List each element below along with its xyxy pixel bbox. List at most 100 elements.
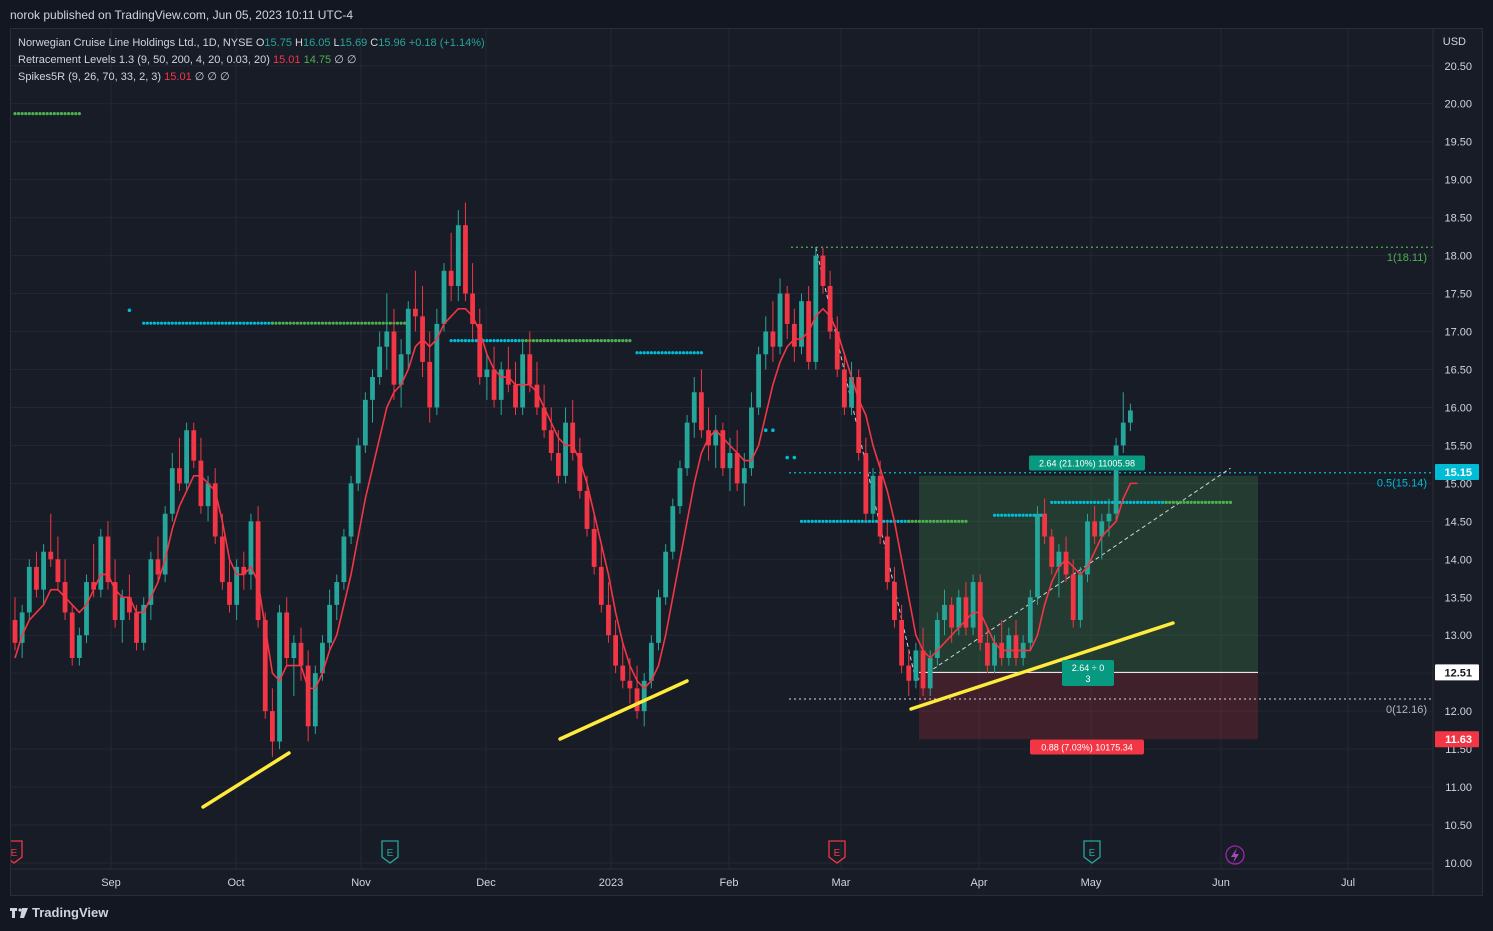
- spike-dot: [353, 321, 357, 325]
- candle-body: [827, 285, 833, 332]
- candle-body: [327, 604, 332, 643]
- spike-dot: [167, 321, 171, 325]
- candle-body: [1027, 597, 1033, 643]
- symbol-name[interactable]: Norwegian Cruise Line Holdings Ltd., 1D,…: [18, 37, 253, 49]
- earnings-marker-label: E: [1089, 848, 1096, 859]
- candle-body: [413, 308, 418, 317]
- spike-dot: [1003, 513, 1007, 517]
- spike-dot: [403, 321, 407, 325]
- time-tick-label: Dec: [476, 877, 496, 889]
- candle-body: [391, 331, 397, 385]
- spike-dot: [574, 339, 578, 343]
- candle-body: [119, 597, 125, 621]
- spike-dot: [1139, 500, 1143, 504]
- tradingview-logo[interactable]: TradingView: [10, 905, 108, 920]
- price-tick-label: 10.00: [1444, 858, 1472, 870]
- candle-body: [305, 665, 311, 727]
- spike-dot: [199, 321, 203, 325]
- candle-body: [591, 528, 597, 567]
- candle-body: [634, 688, 640, 712]
- candle-body: [813, 255, 819, 362]
- spike-dot: [1078, 500, 1082, 504]
- spike-dot: [1000, 513, 1004, 517]
- candle-body: [791, 323, 797, 347]
- spike-dot: [1153, 500, 1158, 504]
- open-value: 15.75: [264, 37, 292, 49]
- spike-dot: [814, 519, 818, 523]
- spike-dot: [867, 519, 872, 523]
- spike-dot: [1218, 500, 1222, 504]
- candle-body: [291, 642, 297, 658]
- price-tick-label: 19.00: [1444, 175, 1472, 187]
- spike-dot: [592, 339, 596, 343]
- spike-dot: [313, 321, 317, 325]
- indicator2-rest: ∅ ∅ ∅: [194, 71, 230, 83]
- spike-dot: [639, 351, 643, 355]
- spike-dot: [1085, 500, 1090, 504]
- spike-dot: [159, 321, 164, 325]
- candle-body: [613, 635, 618, 666]
- spike-dot: [506, 339, 510, 343]
- spike-dot: [828, 519, 832, 523]
- spike-dot: [1135, 500, 1140, 504]
- loss-label: 0.88 (7.03%) 10175.34: [1030, 739, 1144, 755]
- time-tick-label: Jun: [1212, 877, 1230, 889]
- candle-body: [1092, 521, 1098, 537]
- candle-body: [441, 270, 447, 324]
- spike-dot: [810, 519, 814, 523]
- candle-body: [1077, 574, 1083, 621]
- legend-indicator1-row[interactable]: Retracement Levels 1.3 (9, 50, 200, 4, 2…: [18, 52, 485, 69]
- chart-area[interactable]: 1(18.11) 0.5(15.14) 0(12.16) 2.64 (21.10%) …: [10, 28, 1483, 896]
- candle-body: [69, 612, 75, 658]
- candle-body: [1049, 536, 1055, 567]
- trendline-oct: [201, 751, 291, 809]
- spike-dot: [449, 339, 453, 343]
- spike-dot: [1182, 500, 1186, 504]
- spike-dot: [889, 519, 893, 523]
- time-tick-label: Oct: [227, 877, 244, 889]
- price-tick-label: 14.00: [1444, 554, 1472, 566]
- candlestick-chart[interactable]: 1(18.11) 0.5(15.14) 0(12.16) 2.64 (21.10%) …: [11, 29, 1482, 895]
- spike-dot: [317, 321, 321, 325]
- candle-body: [620, 665, 626, 681]
- spike-dot: [42, 112, 46, 116]
- time-tick-label: Feb: [720, 877, 739, 889]
- spike-dot: [488, 339, 493, 343]
- spike-dot: [785, 455, 789, 460]
- spike-dot: [238, 321, 242, 325]
- candle-body: [842, 369, 847, 408]
- earnings-marker-label: E: [387, 848, 394, 859]
- spike-dot: [1160, 500, 1165, 504]
- candle-body: [913, 650, 919, 681]
- spike-dot: [1082, 500, 1086, 504]
- earnings-marker-label: E: [834, 848, 841, 859]
- spike-dot: [1025, 513, 1029, 517]
- earnings-marker-label: E: [11, 848, 18, 859]
- candle-body: [985, 642, 990, 666]
- spike-dot: [1028, 513, 1032, 517]
- spike-dot: [681, 351, 686, 355]
- time-tick-label: Nov: [351, 877, 371, 889]
- spike-dot: [242, 321, 246, 325]
- candle-body: [219, 536, 225, 583]
- indicator1-name: Retracement Levels 1.3 (9, 50, 200, 4, 2…: [18, 54, 270, 66]
- spike-dot: [463, 339, 468, 343]
- candle-body: [334, 582, 340, 605]
- legend-indicator2-row[interactable]: Spikes5R (9, 26, 70, 33, 2, 3) 15.01 ∅ ∅…: [18, 69, 485, 86]
- spike-dot: [907, 519, 911, 523]
- spike-dot: [16, 112, 21, 116]
- time-tick-label: Apr: [970, 877, 987, 889]
- fib-level-label: 1(18.11): [1387, 252, 1427, 264]
- spike-dot: [306, 321, 310, 325]
- spike-dot: [614, 339, 618, 343]
- candle-body: [191, 430, 197, 461]
- publish-bar: norok published on TradingView.com, Jun …: [0, 0, 1493, 28]
- candle-body: [427, 361, 433, 408]
- spike-dot: [1207, 500, 1211, 504]
- time-tick-label: Jul: [1341, 877, 1355, 889]
- spike-dot: [1186, 500, 1190, 504]
- candle-body: [498, 369, 504, 400]
- candle-body: [169, 468, 175, 514]
- spike-dot: [635, 351, 639, 355]
- indicator1-value1: 15.01: [273, 54, 301, 66]
